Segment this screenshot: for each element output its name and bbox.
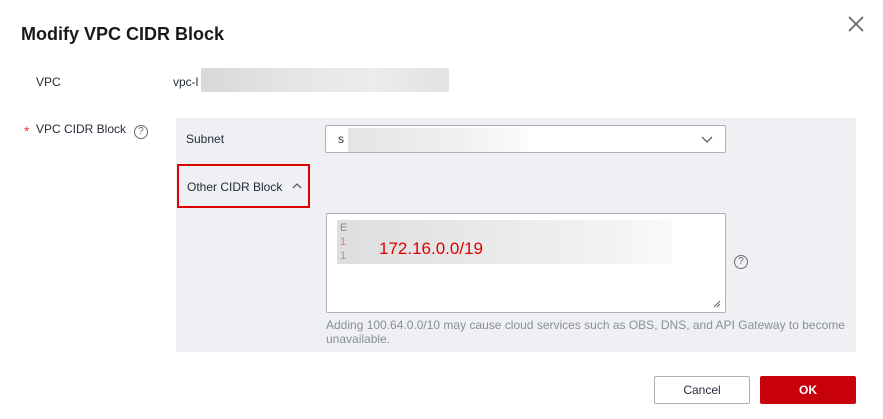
subnet-label: Subnet xyxy=(186,132,225,146)
cidr-warning-hint: Adding 100.64.0.0/10 may cause cloud ser… xyxy=(326,318,845,346)
vpc-id-value: vpc-l xyxy=(173,75,199,89)
subnet-value-redacted xyxy=(348,128,528,152)
other-cidr-block-label: Other CIDR Block xyxy=(187,180,283,194)
subnet-selected-value: s xyxy=(338,132,344,146)
chevron-up-icon xyxy=(292,183,302,189)
resize-handle-icon[interactable] xyxy=(713,300,721,308)
subnet-select[interactable]: s xyxy=(325,125,726,153)
vpc-cidr-block-label: VPC CIDR Block xyxy=(36,122,127,136)
close-icon xyxy=(848,16,864,32)
dialog-title: Modify VPC CIDR Block xyxy=(21,24,225,44)
textarea-line: E xyxy=(340,222,348,234)
annotation-cidr-value: 172.16.0.0/19 xyxy=(379,239,483,258)
other-cidr-block-toggle[interactable]: Other CIDR Block xyxy=(177,164,310,208)
chevron-down-icon xyxy=(701,136,713,143)
cancel-button[interactable]: Cancel xyxy=(654,376,750,404)
textarea-line: 1 xyxy=(340,236,347,248)
ok-button[interactable]: OK xyxy=(760,376,856,404)
other-cidr-textarea[interactable]: E 1 1 172.16.0.0/19 xyxy=(326,213,726,313)
textarea-line: 1 xyxy=(340,250,347,262)
vpc-label: VPC xyxy=(36,75,61,89)
question-circle-icon[interactable]: ? xyxy=(134,125,148,139)
close-button[interactable] xyxy=(844,12,868,36)
modify-vpc-cidr-dialog: Modify VPC CIDR Block VPC vpc-l * VPC CI… xyxy=(0,0,883,419)
required-mark: * xyxy=(24,123,30,139)
vpc-id-redacted xyxy=(201,68,449,92)
question-circle-icon[interactable]: ? xyxy=(734,255,748,269)
